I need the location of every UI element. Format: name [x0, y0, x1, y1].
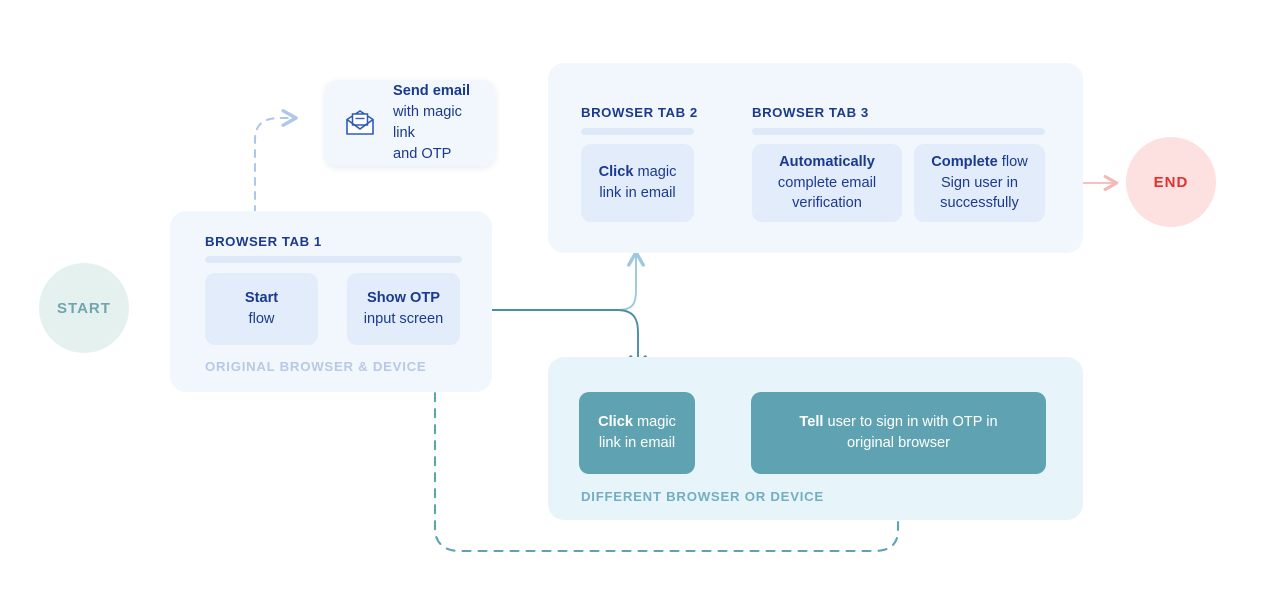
email-card-line3: and OTP — [393, 145, 452, 162]
step-different-click-rest-inline: magic — [632, 414, 676, 431]
email-card-line2: with magic link — [393, 104, 462, 141]
tab1-label: BROWSER TAB 1 — [205, 234, 322, 249]
step-different-tell-user[interactable]: Tell user to sign in with OTP in origina… — [751, 392, 1046, 474]
step-tab3-auto-line2: complete email — [777, 174, 877, 191]
step-different-tell-rest-inline: user to sign in with OTP in — [823, 414, 998, 431]
step-different-tell-line2: original browser — [846, 435, 950, 451]
step-show-otp-bold: Show OTP — [367, 290, 440, 307]
tab1-address-bar — [205, 256, 462, 263]
envelope-icon — [343, 106, 377, 140]
connector-dashed-to-email — [254, 118, 296, 214]
step-start-flow-rest: flow — [248, 311, 275, 327]
step-tab3-complete-flow[interactable]: Complete flow Sign user in successfully — [914, 144, 1045, 222]
step-tab2-rest-inline: magic — [633, 164, 677, 181]
end-node-label: END — [1153, 173, 1189, 191]
flow-diagram-canvas: Send email with magic link and OTP BROWS… — [0, 0, 1266, 614]
tab3-label: BROWSER TAB 3 — [752, 105, 869, 120]
step-show-otp[interactable]: Show OTP input screen — [347, 273, 460, 345]
tab1-footer-label: ORIGINAL BROWSER & DEVICE — [205, 359, 427, 374]
start-node[interactable]: START — [39, 263, 129, 353]
step-tab3-complete-line3: successfully — [940, 195, 1019, 212]
step-different-click-line2: link in email — [598, 435, 676, 451]
tab2-label: BROWSER TAB 2 — [581, 105, 698, 120]
email-card-title: Send email — [393, 83, 471, 100]
send-email-card: Send email with magic link and OTP — [325, 80, 495, 166]
step-tab3-auto-line3: verification — [792, 195, 862, 212]
step-start-flow-bold: Start — [244, 290, 279, 307]
step-tab2-line2: link in email — [599, 185, 676, 201]
step-tab3-complete-rest-inline: flow — [997, 153, 1028, 170]
step-different-tell-bold: Tell — [799, 414, 824, 431]
step-different-click-magic-link[interactable]: Click magic link in email — [579, 392, 695, 474]
start-node-label: START — [57, 299, 111, 317]
step-different-click-bold: Click — [598, 414, 633, 431]
step-tab3-complete-line2: Sign user in — [940, 174, 1019, 191]
step-show-otp-rest: input screen — [363, 311, 444, 327]
different-footer-label: DIFFERENT BROWSER OR DEVICE — [581, 489, 824, 504]
tab3-address-bar — [752, 128, 1045, 135]
end-node[interactable]: END — [1126, 137, 1216, 227]
step-tab2-bold: Click — [598, 164, 634, 181]
connector-branch-up-to-tab2 — [616, 250, 645, 311]
tab2-address-bar — [581, 128, 694, 135]
step-tab3-complete-bold: Complete — [931, 153, 998, 170]
step-tab2-click-magic-link[interactable]: Click magic link in email — [581, 144, 694, 222]
step-start-flow[interactable]: Start flow — [205, 273, 318, 345]
step-tab3-auto-bold: Automatically — [779, 153, 875, 170]
step-tab3-auto-verify[interactable]: Automatically complete email verificatio… — [752, 144, 902, 222]
